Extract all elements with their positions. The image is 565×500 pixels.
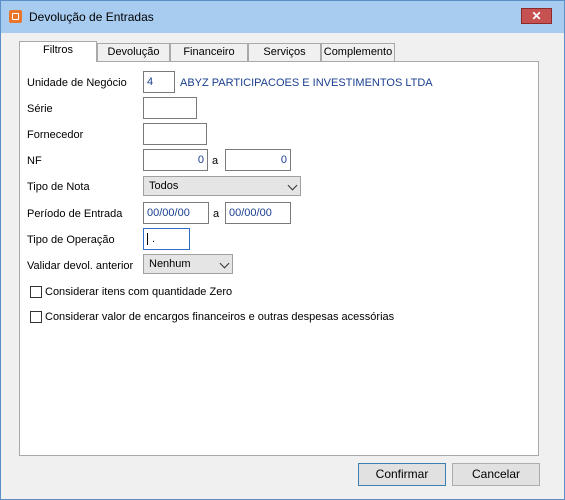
periodo-from-field[interactable]: 00/00/00 (143, 202, 209, 224)
text-caret (147, 233, 148, 246)
validar-value: Nenhum (149, 258, 191, 270)
serie-label: Série (27, 103, 53, 115)
close-button[interactable]: ✕ (521, 8, 552, 24)
periodo-label: Período de Entrada (27, 208, 123, 220)
encargos-checkbox[interactable] (30, 311, 42, 323)
periodo-to-field[interactable]: 00/00/00 (225, 202, 291, 224)
window-title: Devolução de Entradas (29, 10, 154, 24)
nf-to-field[interactable]: 0 (225, 149, 291, 171)
tipo-operacao-field[interactable]: . (143, 228, 190, 250)
periodo-range-separator: a (213, 208, 220, 220)
unidade-label: Unidade de Negócio (27, 77, 127, 89)
validar-select[interactable]: Nenhum (143, 254, 233, 274)
tipo-nota-select[interactable]: Todos (143, 176, 301, 196)
serie-field[interactable] (143, 97, 197, 119)
tab-complemento[interactable]: Complemento (321, 43, 395, 61)
unidade-name: ABYZ PARTICIPACOES E INVESTIMENTOS LTDA (180, 77, 433, 89)
validar-label: Validar devol. anterior (27, 260, 134, 272)
filtros-panel (19, 61, 539, 456)
app-icon (9, 10, 22, 23)
nf-from-field[interactable]: 0 (143, 149, 208, 171)
tipo-operacao-label: Tipo de Operação (27, 234, 115, 246)
tab-filtros[interactable]: Filtros (19, 41, 97, 62)
nf-range-separator: a (212, 155, 219, 167)
zero-quantity-label[interactable]: Considerar itens com quantidade Zero (45, 286, 232, 298)
tipo-nota-label: Tipo de Nota (27, 181, 90, 193)
tipo-operacao-value: . (152, 233, 156, 245)
zero-quantity-checkbox[interactable] (30, 286, 42, 298)
fornecedor-field[interactable] (143, 123, 207, 145)
tipo-nota-value: Todos (149, 180, 179, 192)
cancel-button[interactable]: Cancelar (452, 463, 540, 486)
encargos-label[interactable]: Considerar valor de encargos financeiros… (45, 311, 394, 323)
confirm-button[interactable]: Confirmar (358, 463, 446, 486)
unidade-code-field[interactable]: 4 (143, 71, 175, 93)
chevron-down-icon (287, 180, 298, 191)
tab-servicos[interactable]: Serviços (248, 43, 321, 61)
tab-devolucao[interactable]: Devolução (97, 43, 170, 61)
tab-financeiro[interactable]: Financeiro (170, 43, 248, 61)
dialog-window: Devolução de Entradas ✕ Filtros Devoluçã… (0, 0, 565, 500)
nf-label: NF (27, 155, 42, 167)
chevron-down-icon (219, 258, 230, 269)
title-bar[interactable]: Devolução de Entradas ✕ (1, 1, 564, 33)
fornecedor-label: Fornecedor (27, 129, 84, 141)
